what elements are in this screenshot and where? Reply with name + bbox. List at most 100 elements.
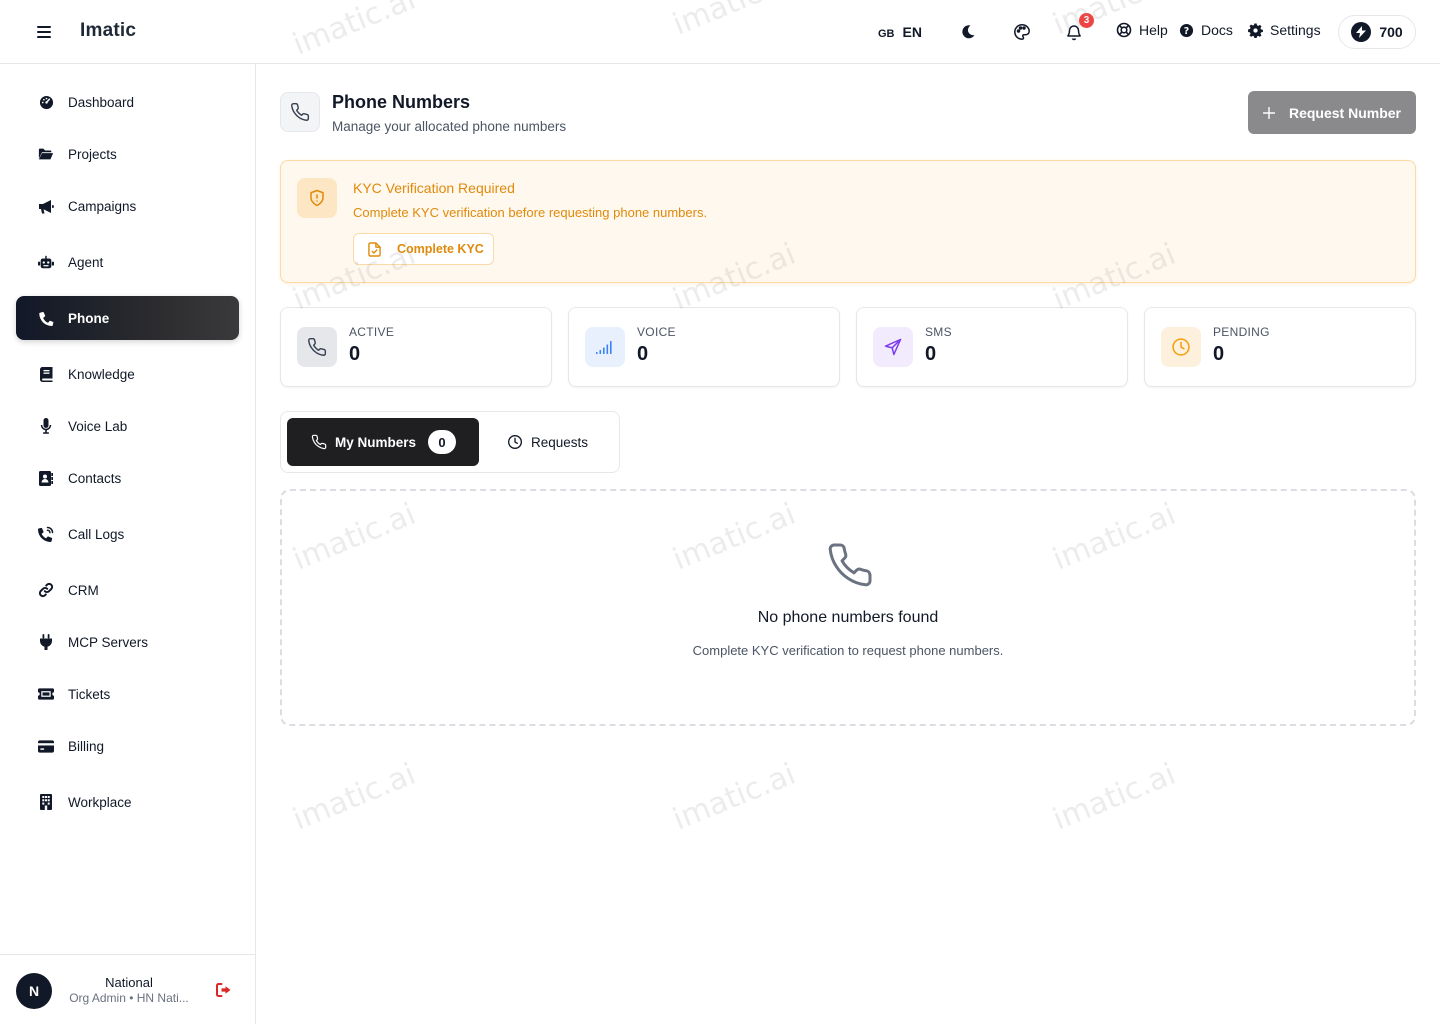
- notification-count-badge: 3: [1078, 12, 1095, 29]
- gauge-icon: [38, 94, 54, 110]
- send-icon: [873, 327, 913, 367]
- empty-state: No phone numbers found Complete KYC veri…: [280, 489, 1416, 726]
- request-number-label: Request Number: [1288, 104, 1402, 121]
- sidebar-item-label: Dashboard: [68, 94, 135, 110]
- sidebar-item-label: CRM: [68, 582, 99, 598]
- ticket-icon: [38, 686, 54, 702]
- theme-button[interactable]: [1010, 20, 1034, 44]
- sidebar-item-label: Workplace: [68, 794, 132, 810]
- my-numbers-count-badge: 0: [428, 430, 457, 454]
- clock-icon: [508, 435, 522, 449]
- empty-state-message: Complete KYC verification to request pho…: [692, 643, 1004, 658]
- page-header-icon: [280, 92, 320, 132]
- bolt-icon: [1351, 22, 1372, 42]
- sidebar-item-call-logs[interactable]: Call Logs: [16, 512, 239, 556]
- tab-my-numbers-label: My Numbers: [335, 434, 417, 450]
- user-profile: N National Org Admin • HN Nati...: [0, 954, 255, 1024]
- moon-icon: [962, 25, 975, 39]
- sidebar: Dashboard Projects Campaigns Agent Phone…: [0, 64, 256, 1024]
- language-selector[interactable]: GB EN: [878, 24, 922, 40]
- tab-my-numbers[interactable]: My Numbers 0: [287, 418, 479, 466]
- link-icon: [38, 582, 54, 598]
- credits-balance-button[interactable]: 700: [1338, 15, 1416, 49]
- book-icon: [38, 366, 54, 382]
- clock-icon: [1161, 327, 1201, 367]
- plus-icon: [1262, 106, 1275, 119]
- kyc-title: KYC Verification Required: [353, 180, 515, 196]
- phone-icon: [311, 434, 327, 450]
- dark-mode-toggle[interactable]: [956, 20, 980, 44]
- sidebar-item-label: MCP Servers: [68, 634, 149, 650]
- main-content: Phone Numbers Manage your allocated phon…: [256, 64, 1440, 1024]
- question-circle-icon: ?: [1179, 23, 1194, 37]
- user-role: Org Admin • HN Nati...: [69, 991, 189, 1005]
- page-subtitle: Manage your allocated phone numbers: [332, 119, 567, 134]
- kyc-warning-banner: KYC Verification Required Complete KYC v…: [280, 160, 1416, 283]
- sign-out-icon: [216, 983, 231, 997]
- sidebar-item-tickets[interactable]: Tickets: [16, 672, 239, 716]
- sidebar-item-campaigns[interactable]: Campaigns: [16, 184, 239, 228]
- stat-value: 0: [1213, 343, 1225, 365]
- phone-icon: [38, 310, 54, 326]
- sidebar-item-workplace[interactable]: Workplace: [16, 780, 239, 824]
- building-icon: [38, 794, 54, 810]
- sidebar-item-label: Agent: [68, 254, 104, 270]
- help-link[interactable]: Help: [1116, 22, 1168, 38]
- stat-label: PENDING: [1213, 325, 1270, 339]
- sidebar-item-dashboard[interactable]: Dashboard: [16, 80, 239, 124]
- sidebar-item-projects[interactable]: Projects: [16, 132, 239, 176]
- logout-button[interactable]: [216, 983, 232, 999]
- empty-state-title: No phone numbers found: [757, 609, 939, 626]
- lifebuoy-icon: [1116, 22, 1132, 38]
- top-bar: Imatic GB EN 3 Help ? Docs Settings 700: [0, 0, 1440, 64]
- robot-icon: [38, 254, 54, 270]
- hamburger-menu-button[interactable]: [32, 20, 56, 44]
- settings-label: Settings: [1270, 22, 1321, 38]
- sidebar-item-label: Campaigns: [68, 198, 137, 214]
- help-label: Help: [1139, 22, 1168, 38]
- sidebar-item-label: Voice Lab: [68, 418, 128, 434]
- file-check-icon: [368, 241, 381, 257]
- sidebar-item-crm[interactable]: CRM: [16, 568, 239, 612]
- sidebar-item-contacts[interactable]: Contacts: [16, 456, 239, 500]
- kyc-message: Complete KYC verification before request…: [353, 205, 708, 220]
- phone-volume-icon: [38, 526, 54, 542]
- sidebar-item-voice-lab[interactable]: Voice Lab: [16, 404, 239, 448]
- request-number-button[interactable]: Request Number: [1248, 91, 1416, 134]
- sidebar-item-label: Knowledge: [68, 366, 135, 382]
- shield-alert-icon: [297, 178, 337, 218]
- complete-kyc-label: Complete KYC: [397, 242, 484, 256]
- plug-icon: [38, 634, 54, 650]
- phone-icon: [291, 102, 310, 121]
- tab-requests[interactable]: Requests: [507, 418, 603, 466]
- page-title: Phone Numbers: [332, 92, 471, 112]
- megaphone-icon: [38, 198, 54, 214]
- avatar[interactable]: N: [16, 973, 52, 1009]
- menu-icon: [37, 26, 51, 38]
- stat-value: 0: [637, 343, 649, 365]
- docs-link[interactable]: ? Docs: [1179, 22, 1233, 38]
- sidebar-item-billing[interactable]: Billing: [16, 724, 239, 768]
- phone-icon: [828, 543, 872, 587]
- complete-kyc-button[interactable]: Complete KYC: [353, 233, 494, 265]
- credits-value: 700: [1379, 24, 1403, 40]
- sidebar-item-mcp-servers[interactable]: MCP Servers: [16, 620, 239, 664]
- credit-card-icon: [38, 738, 54, 754]
- settings-link[interactable]: Settings: [1248, 22, 1321, 38]
- palette-icon: [1014, 24, 1030, 40]
- stat-card-active: ACTIVE 0: [280, 307, 552, 387]
- brand-name: Imatic: [80, 20, 137, 41]
- stat-label: SMS: [925, 325, 952, 339]
- numbers-tabs: My Numbers 0 Requests: [280, 411, 620, 473]
- microphone-icon: [38, 418, 54, 434]
- sidebar-item-phone[interactable]: Phone: [16, 296, 239, 340]
- user-name: National: [105, 975, 153, 990]
- sidebar-item-knowledge[interactable]: Knowledge: [16, 352, 239, 396]
- signal-bars-icon: [585, 327, 625, 367]
- stat-card-voice: VOICE 0: [568, 307, 840, 387]
- sidebar-item-label: Phone: [68, 310, 110, 326]
- sidebar-item-agent[interactable]: Agent: [16, 240, 239, 284]
- sidebar-item-label: Billing: [68, 738, 105, 754]
- flag-icon: GB: [878, 27, 895, 40]
- phone-icon: [297, 327, 337, 367]
